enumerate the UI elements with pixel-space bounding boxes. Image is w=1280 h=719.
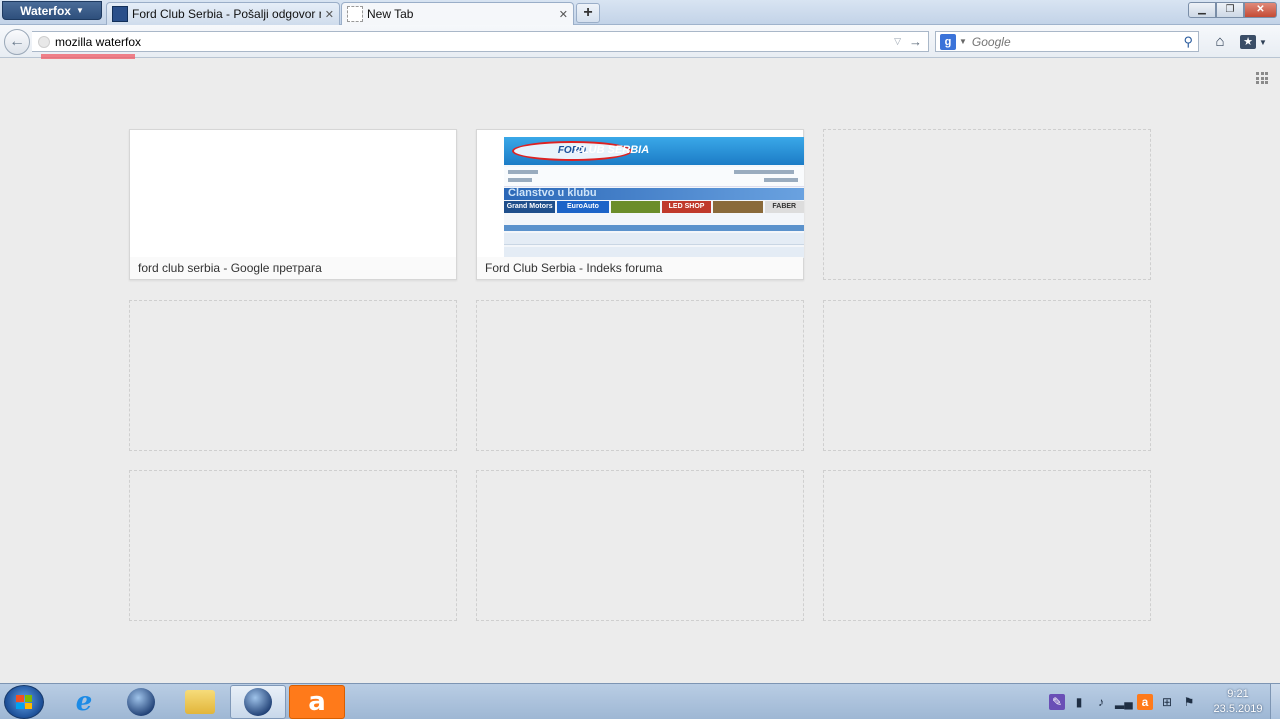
volume-icon[interactable]: ♪ [1093, 694, 1109, 710]
tile-empty [129, 300, 457, 451]
grid-toggle-icon[interactable] [1256, 72, 1268, 84]
tile-empty [823, 300, 1151, 451]
tile-empty [476, 470, 804, 621]
taskbar-waterfox[interactable] [113, 685, 169, 719]
action-center-flag-icon[interactable]: ⚑ [1181, 694, 1197, 710]
start-button[interactable] [4, 685, 44, 719]
tile-empty [129, 470, 457, 621]
ad-faber: FABER [764, 201, 804, 213]
membership-banner: Članstvo u klubu [504, 187, 804, 200]
site-thumbnail: FORD CLUB SERBIA Članstvo u klubu Grand … [504, 137, 804, 258]
ad-strip: Grand Motors EuroAuto LED SHOP FABER [504, 201, 804, 213]
back-button[interactable]: ← [4, 29, 30, 55]
internet-explorer-icon: e [75, 687, 93, 717]
ad-euroauto: EuroAuto [557, 201, 609, 213]
globe-icon [38, 35, 50, 48]
google-engine-icon[interactable]: g [940, 33, 956, 50]
windows-logo-icon [16, 695, 32, 709]
url-bar[interactable]: ▽ → [32, 31, 929, 52]
history-dropdown-icon[interactable]: ▽ [894, 36, 901, 47]
tile-empty [823, 129, 1151, 280]
go-arrow-icon[interactable]: → [909, 34, 922, 49]
clock-date: 23.5.2019 [1213, 703, 1263, 715]
home-icon: ⌂ [1215, 33, 1225, 50]
tile-title: ford club serbia - Google претрага [130, 257, 456, 279]
bookmarks-menu-button[interactable]: ★ ▼ [1240, 32, 1276, 52]
taskbar-avast[interactable]: a [289, 685, 345, 719]
waterfox-icon [127, 688, 155, 716]
ad-block [713, 201, 763, 213]
tab-title: New Tab [367, 7, 414, 21]
ford-logo-tail: CLUB SERBIA [574, 144, 650, 156]
tile-google-search[interactable]: ford club serbia - Google претрага [129, 129, 457, 280]
taskbar-waterfox-active[interactable] [230, 685, 286, 719]
blank-page-icon [347, 6, 363, 22]
taskbar-internet-explorer[interactable]: e [56, 685, 112, 719]
windows-tray-icon[interactable]: ⊞ [1159, 694, 1175, 710]
pen-icon[interactable]: ✎ [1049, 694, 1065, 710]
new-tab-page: ford club serbia - Google претрага FORD … [0, 59, 1280, 683]
tab-title: Ford Club Serbia - Pošalji odgovor na... [132, 7, 321, 21]
tab-strip: Waterfox ▼ Ford Club Serbia - Pošalji od… [0, 0, 1280, 25]
app-menu-button[interactable]: Waterfox ▼ [2, 1, 102, 20]
network-icon[interactable]: ▂▄ [1115, 694, 1133, 710]
clock-time: 9:21 [1227, 688, 1249, 700]
taskbar-file-explorer[interactable] [172, 685, 228, 719]
folder-icon [185, 690, 215, 714]
search-bar[interactable]: g ▼ ⚲ [935, 31, 1199, 52]
ad-block [610, 201, 660, 213]
navigation-toolbar: ← ▽ → g ▼ ⚲ ⌂ ★ ▼ [0, 25, 1280, 58]
clock[interactable]: 9:21 23.5.2019 [1208, 687, 1268, 717]
site-favicon-icon [112, 6, 128, 22]
tile-empty [823, 470, 1151, 621]
taskbar: e a ✎ ▮ ♪ ▂▄ a ⊞ ⚑ 9:21 23.5.2019 [0, 683, 1280, 719]
chevron-down-icon: ▼ [1259, 37, 1267, 47]
search-input[interactable] [971, 34, 1184, 49]
avast-tray-icon[interactable]: a [1137, 694, 1153, 710]
close-window-button[interactable]: ✕ [1244, 2, 1277, 18]
search-icon[interactable]: ⚲ [1183, 34, 1193, 50]
home-button[interactable]: ⌂ [1209, 33, 1231, 51]
thumbnail-header: FORD CLUB SERBIA [504, 137, 804, 165]
ad-led-shop: LED SHOP [661, 201, 712, 213]
restore-button[interactable]: ❐ [1216, 2, 1244, 18]
ad-grand-motors: Grand Motors [504, 201, 556, 213]
engine-dropdown-icon[interactable]: ▼ [959, 37, 967, 46]
minimize-button[interactable]: ▁ [1188, 2, 1216, 18]
chevron-down-icon: ▼ [75, 6, 84, 15]
tab-ford-club[interactable]: Ford Club Serbia - Pošalji odgovor na...… [106, 2, 340, 25]
close-tab-icon[interactable]: ✕ [559, 8, 568, 21]
waterfox-icon [244, 688, 272, 716]
back-arrow-icon: ← [9, 33, 25, 50]
bookmark-star-icon: ★ [1240, 35, 1256, 49]
thumbnail-nav [504, 167, 804, 187]
system-tray: ✎ ▮ ♪ ▂▄ a ⊞ ⚑ [1045, 684, 1205, 719]
tile-ford-club[interactable]: FORD CLUB SERBIA Članstvo u klubu Grand … [476, 129, 804, 280]
power-icon[interactable]: ▮ [1071, 694, 1087, 710]
forum-table [504, 217, 804, 258]
avast-icon: a [308, 687, 326, 717]
close-tab-icon[interactable]: ✕ [325, 8, 334, 21]
app-menu-label: Waterfox [20, 3, 71, 18]
tile-title: Ford Club Serbia - Indeks foruma [477, 257, 803, 279]
tab-new-tab[interactable]: New Tab ✕ [341, 2, 574, 25]
url-input[interactable] [55, 34, 895, 49]
tile-empty [476, 300, 804, 451]
new-tab-button[interactable]: + [576, 3, 600, 23]
show-desktop-button[interactable] [1270, 684, 1280, 719]
banner-text: Članstvo u klubu [508, 187, 597, 199]
